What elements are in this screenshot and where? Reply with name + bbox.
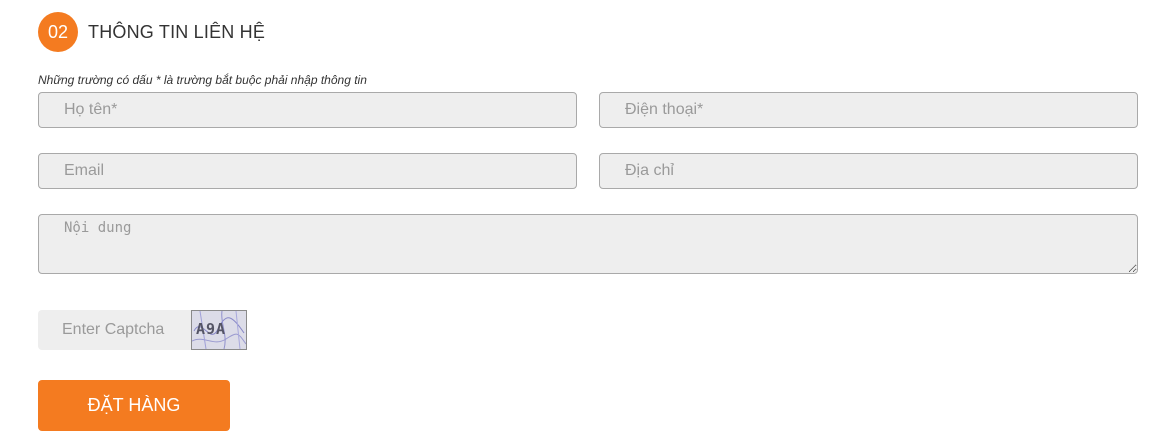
email-input[interactable]: [38, 153, 577, 189]
step-number-badge: 02: [38, 12, 78, 52]
fullname-input[interactable]: [38, 92, 577, 128]
captcha-image[interactable]: A9A: [191, 310, 247, 350]
order-submit-button[interactable]: ĐẶT HÀNG: [38, 380, 230, 431]
message-textarea[interactable]: [38, 214, 1138, 274]
captcha-code: A9A: [196, 320, 227, 338]
address-input[interactable]: [599, 153, 1138, 189]
phone-input[interactable]: [599, 92, 1138, 128]
section-header: 02 THÔNG TIN LIÊN HỆ: [38, 12, 265, 52]
captcha-input[interactable]: [38, 310, 191, 350]
required-fields-note: Những trường có dấu * là trường bắt buộc…: [38, 73, 367, 87]
contact-form-page: 02 THÔNG TIN LIÊN HỆ Những trường có dấu…: [0, 0, 1167, 445]
section-title: THÔNG TIN LIÊN HỆ: [88, 21, 266, 42]
